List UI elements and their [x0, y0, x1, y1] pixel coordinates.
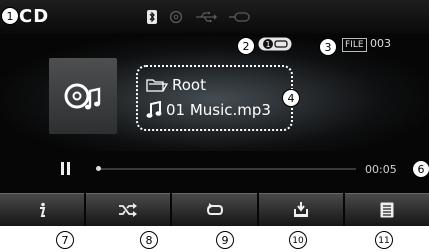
info-button[interactable]	[0, 193, 85, 226]
shuffle-icon	[119, 203, 138, 217]
callout-7: 7	[56, 231, 74, 249]
aux-icon	[229, 12, 250, 22]
progress-track[interactable]	[96, 168, 356, 170]
cd-player-screen: CD 1 FILE 003 Root 01 Music.mp3 00:05	[0, 0, 429, 226]
repeat-one-badge-icon: 1	[258, 37, 292, 51]
copy-icon	[293, 202, 308, 217]
copy-button[interactable]	[258, 193, 343, 226]
elapsed-time: 00:05	[365, 163, 397, 176]
folder-row: Root	[146, 76, 206, 94]
bottom-callouts: 7 8 9 10 11	[0, 229, 429, 251]
pause-icon[interactable]	[61, 162, 70, 175]
cd-music-icon	[64, 83, 101, 110]
callout-4: 4	[282, 89, 300, 107]
shuffle-button[interactable]	[86, 193, 171, 226]
music-note-icon	[146, 101, 162, 118]
list-button[interactable]	[344, 193, 429, 226]
repeat-badge-number: 1	[265, 40, 270, 49]
track-row: 01 Music.mp3	[146, 101, 271, 119]
callout-6: 6	[412, 160, 429, 178]
source-title: CD	[19, 6, 50, 27]
progress-handle[interactable]	[95, 166, 101, 171]
control-button-bar	[0, 193, 429, 226]
track-info-box: Root 01 Music.mp3	[136, 65, 293, 131]
repeat-icon	[206, 203, 223, 215]
bluetooth-icon	[147, 10, 157, 24]
info-icon	[40, 202, 46, 217]
disc-status-icon	[169, 10, 183, 24]
callout-9: 9	[216, 231, 234, 249]
folder-icon	[146, 79, 168, 92]
callout-1: 1	[1, 7, 19, 25]
callout-2: 2	[237, 37, 255, 55]
callout-3: 3	[319, 38, 337, 56]
repeat-button[interactable]	[172, 193, 257, 226]
file-badge: FILE	[342, 38, 367, 52]
folder-name: Root	[172, 76, 206, 94]
file-number: 003	[370, 37, 391, 50]
album-art-placeholder	[49, 58, 117, 134]
usb-icon	[196, 12, 217, 23]
status-icons	[147, 9, 251, 25]
track-name: 01 Music.mp3	[166, 101, 271, 119]
callout-10: 10	[289, 231, 307, 249]
callout-11: 11	[375, 231, 393, 249]
callout-8: 8	[140, 231, 158, 249]
list-icon	[380, 202, 394, 218]
